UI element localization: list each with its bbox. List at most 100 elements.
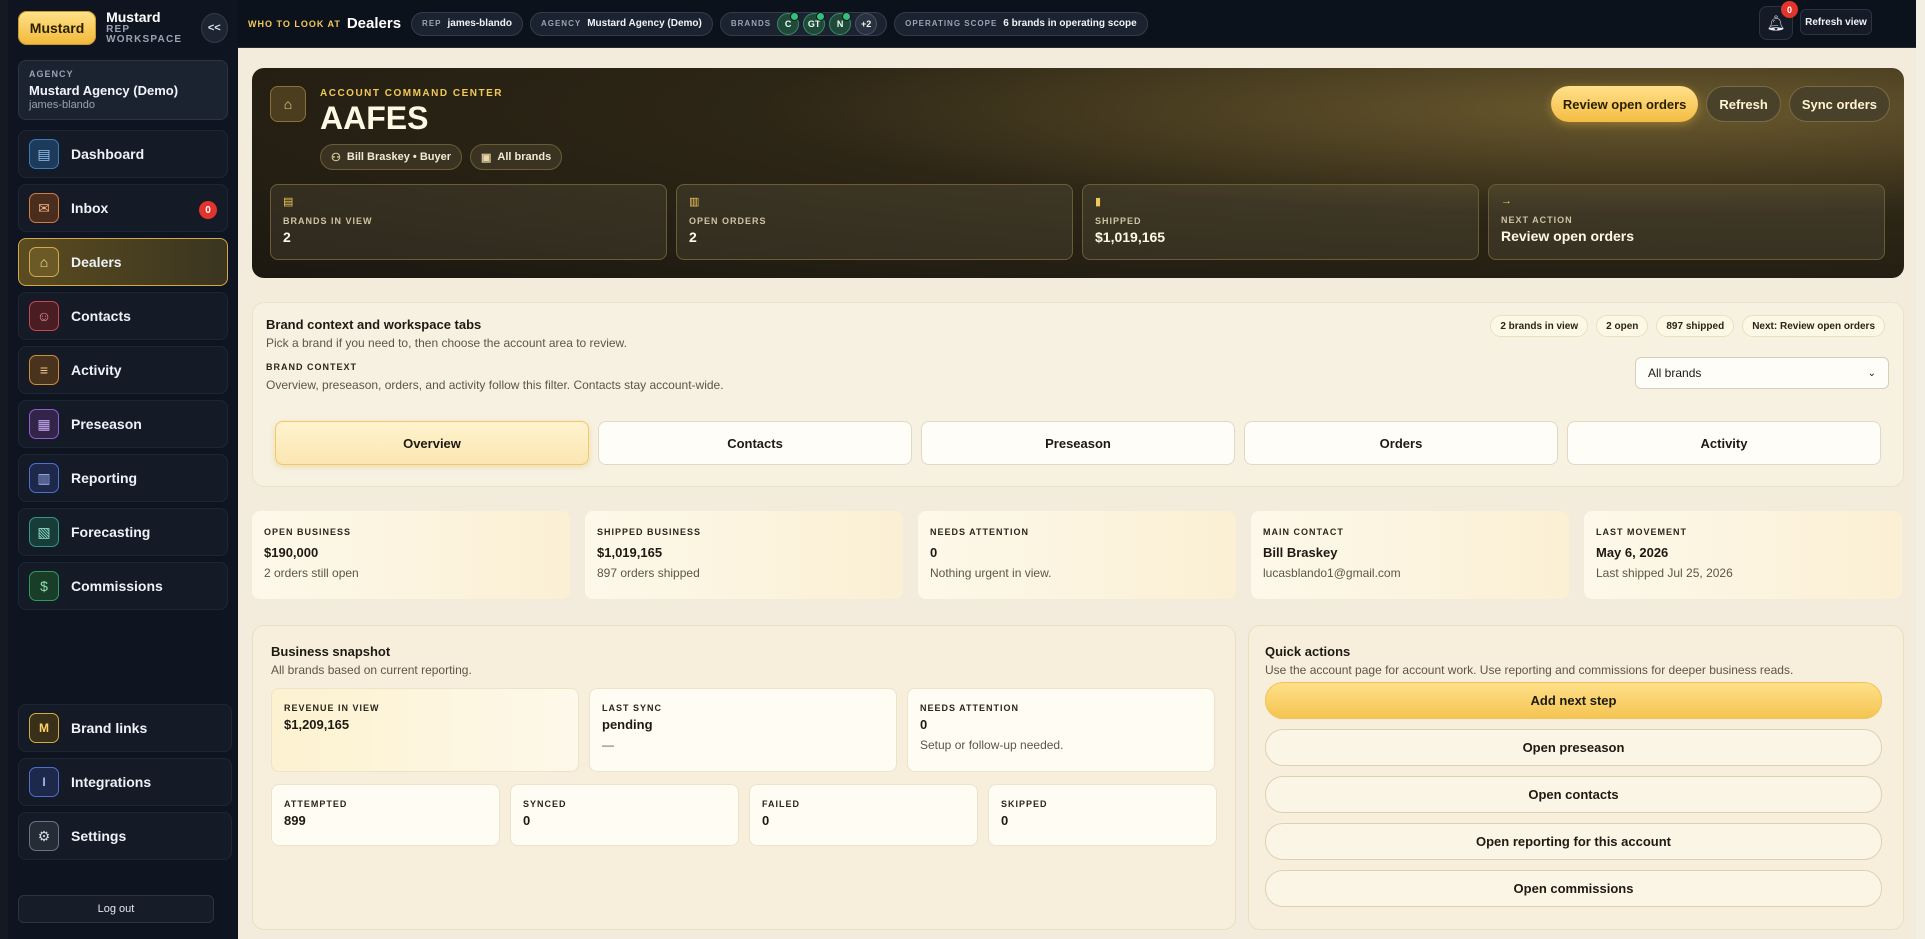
open-contacts-button[interactable]: Open contacts xyxy=(1265,776,1882,813)
brand-links-icon: M xyxy=(29,713,59,743)
scope-pill: OPERATING SCOPE 6 brands in operating sc… xyxy=(894,11,1148,36)
hero-kicker: ACCOUNT COMMAND CENTER xyxy=(320,88,503,99)
snapshot-value: 0 xyxy=(762,813,770,828)
tab-activity[interactable]: Activity xyxy=(1567,421,1881,465)
snapshot-value: 0 xyxy=(1001,813,1009,828)
page-scrollbar[interactable] xyxy=(1916,0,1925,939)
sidebar-item-label: Settings xyxy=(71,828,127,844)
quick-actions-title: Quick actions xyxy=(1265,644,1351,659)
arrow-right-icon: → xyxy=(1501,195,1512,207)
kpi-sub: 2 orders still open xyxy=(264,566,359,580)
sidebar-item-contacts[interactable]: ☺ Contacts xyxy=(18,292,228,340)
sidebar-item-commissions[interactable]: $ Commissions xyxy=(18,562,228,610)
review-open-orders-button[interactable]: Review open orders xyxy=(1550,86,1699,122)
refresh-view-button[interactable]: Refresh view xyxy=(1800,9,1872,35)
scope-value: 6 brands in operating scope xyxy=(1003,18,1137,29)
bell-icon[interactable]: 🔔︎ 0 xyxy=(1759,1,1798,40)
context-pill: 2 brands in view xyxy=(1490,315,1589,337)
sidebar-item-forecasting[interactable]: ▧ Forecasting xyxy=(18,508,228,556)
kpi-last-movement: LAST MOVEMENT May 6, 2026 Last shipped J… xyxy=(1584,511,1902,599)
agency-name: Mustard Agency (Demo) xyxy=(29,83,179,98)
tab-overview[interactable]: Overview xyxy=(275,421,589,465)
logo-button[interactable]: Mustard xyxy=(18,11,97,45)
snapshot-failed: FAILED 0 xyxy=(749,784,978,846)
notification-badge: 0 xyxy=(1781,1,1798,18)
business-snapshot: Business snapshot All brands based on cu… xyxy=(252,625,1236,930)
snapshot-value: $1,209,165 xyxy=(284,717,350,732)
stat-label: SHIPPED xyxy=(1095,216,1142,226)
sidebar-item-dealers[interactable]: ⌂ Dealers xyxy=(18,238,228,286)
sidebar-item-integrations[interactable]: I Integrations xyxy=(18,758,232,806)
buyer-tag-label: Bill Braskey • Buyer xyxy=(346,151,451,163)
sidebar-item-preseason[interactable]: ▦ Preseason xyxy=(18,400,228,448)
rep-pill: REP james-blando xyxy=(411,11,523,36)
stat-value: $1,019,165 xyxy=(1095,229,1166,245)
stat-label: NEXT ACTION xyxy=(1501,215,1573,225)
tab-contacts[interactable]: Contacts xyxy=(598,421,912,465)
brands-tag[interactable]: ▣ All brands xyxy=(470,144,563,170)
more-brands-chip[interactable]: +2 xyxy=(855,12,878,35)
agency-value: Mustard Agency (Demo) xyxy=(587,18,702,29)
sidebar-item-settings[interactable]: ⚙ Settings xyxy=(18,812,232,860)
open-preseason-button[interactable]: Open preseason xyxy=(1265,729,1882,766)
chevron-down-icon: ⌄ xyxy=(1867,367,1876,379)
brand-context-panel: Brand context and workspace tabs Pick a … xyxy=(252,302,1904,487)
collapse-sidebar-button[interactable]: << xyxy=(200,13,229,43)
bar-chart-icon: ▮ xyxy=(1095,196,1102,208)
brand-chip[interactable]: N xyxy=(829,11,852,35)
stat-value: Review open orders xyxy=(1501,228,1635,244)
stat-label: OPEN ORDERS xyxy=(689,216,767,226)
sidebar-item-reporting[interactable]: ▥ Reporting xyxy=(18,454,228,502)
brands-tag-label: All brands xyxy=(497,151,552,163)
sync-orders-button[interactable]: Sync orders xyxy=(1788,86,1890,122)
sidebar-item-inbox[interactable]: ✉ Inbox 0 xyxy=(18,184,228,232)
refresh-button[interactable]: Refresh xyxy=(1706,86,1781,122)
snapshot-attempted: ATTEMPTED 899 xyxy=(271,784,500,846)
sidebar-item-brand-links[interactable]: M Brand links xyxy=(18,704,232,752)
buyer-tag[interactable]: ⚇ Bill Braskey • Buyer xyxy=(320,144,462,170)
sidebar-item-label: Preseason xyxy=(71,416,142,432)
stat-brands-in-view: ▤ BRANDS IN VIEW 2 xyxy=(270,184,667,260)
calendar-icon: ▦ xyxy=(29,409,59,439)
hero-stats: ▤ BRANDS IN VIEW 2 ▥ OPEN ORDERS 2 ▮ SHI… xyxy=(270,184,1885,260)
hero-actions: Review open orders Refresh Sync orders xyxy=(1550,86,1890,122)
kpi-open-business: OPEN BUSINESS $190,000 2 orders still op… xyxy=(252,511,570,599)
snapshot-label: NEEDS ATTENTION xyxy=(920,703,1020,713)
box-icon: ▤ xyxy=(283,196,294,208)
forecast-icon: ▧ xyxy=(29,517,59,547)
stat-next-action[interactable]: → NEXT ACTION Review open orders xyxy=(1488,184,1885,260)
rep-key: REP xyxy=(422,19,442,28)
tab-preseason[interactable]: Preseason xyxy=(921,421,1235,465)
snapshot-value: 899 xyxy=(284,813,306,828)
add-next-step-button[interactable]: Add next step xyxy=(1265,682,1882,719)
quick-actions-list: Add next step Open preseason Open contac… xyxy=(1265,682,1882,917)
brand-chip[interactable]: C xyxy=(777,11,800,35)
sidebar-item-label: Commissions xyxy=(71,578,163,594)
sidebar-item-label: Contacts xyxy=(71,308,131,324)
brand-chip[interactable]: GT xyxy=(803,11,826,35)
logout-button[interactable]: Log out xyxy=(18,895,214,923)
sidebar-item-activity[interactable]: ≡ Activity xyxy=(18,346,228,394)
snapshot-subtitle: All brands based on current reporting. xyxy=(271,663,472,677)
hero-tags: ⚇ Bill Braskey • Buyer ▣ All brands xyxy=(320,144,570,170)
snapshot-sub: — xyxy=(602,738,614,752)
quick-actions-subtitle: Use the account page for account work. U… xyxy=(1265,663,1794,677)
kpi-needs-attention: NEEDS ATTENTION 0 Nothing urgent in view… xyxy=(918,511,1236,599)
open-reporting-button[interactable]: Open reporting for this account xyxy=(1265,823,1882,860)
sidebar-item-dashboard[interactable]: ▤ Dashboard xyxy=(18,130,228,178)
snapshot-label: LAST SYNC xyxy=(602,703,663,713)
who-to-look-at-label: WHO TO LOOK AT xyxy=(248,18,341,29)
sidebar-nav: ▤ Dashboard ✉ Inbox 0 ⌂ Dealers ☺ Contac… xyxy=(18,130,228,610)
sidebar-item-label: Reporting xyxy=(71,470,138,486)
inbox-icon: ✉ xyxy=(29,193,59,223)
snapshot-skipped: SKIPPED 0 xyxy=(988,784,1217,846)
context-pill: 2 open xyxy=(1596,315,1649,337)
integrations-icon: I xyxy=(29,767,59,797)
brand-select[interactable]: All brands ⌄ xyxy=(1635,357,1889,389)
tab-orders[interactable]: Orders xyxy=(1244,421,1558,465)
kpi-value: May 6, 2026 xyxy=(1596,545,1669,560)
sidebar-item-label: Inbox xyxy=(71,200,109,216)
context-pills: 2 brands in view 2 open 897 shipped Next… xyxy=(1482,315,1885,337)
open-commissions-button[interactable]: Open commissions xyxy=(1265,870,1882,907)
snapshot-label: SKIPPED xyxy=(1001,799,1048,809)
